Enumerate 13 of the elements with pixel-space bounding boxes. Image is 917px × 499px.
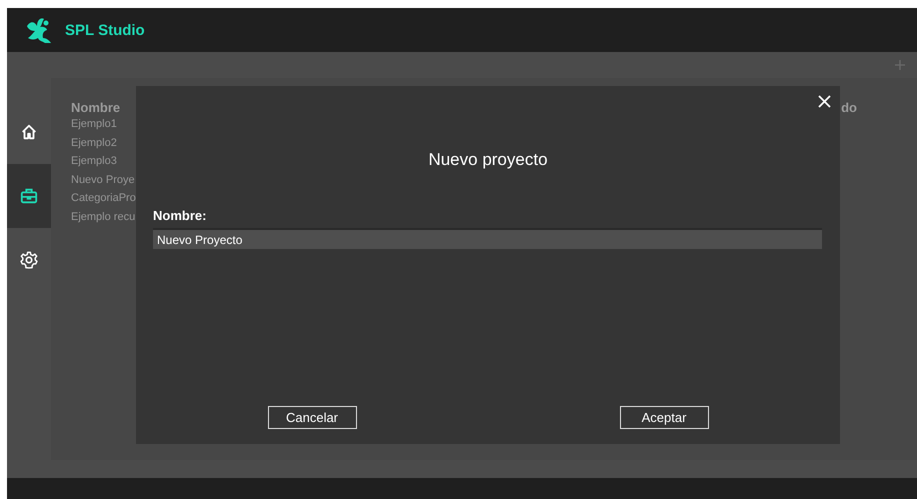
dialog-title: Nuevo proyecto [427,150,549,170]
sidebar-item[interactable] [7,164,51,228]
field-label: Nombre: [153,208,208,223]
close-icon[interactable] [818,95,831,108]
app-title: SPL Studio [65,22,145,38]
accept-button[interactable]: Aceptar [620,406,708,429]
column-header: do [841,100,857,115]
settings-icon [20,251,38,269]
column-header: Nombre [71,100,120,115]
name-input-field[interactable]: Nuevo Proyecto [153,228,822,249]
cancel-button[interactable]: Cancelar [268,406,356,429]
home-icon [20,123,38,141]
briefcase-icon [20,187,38,205]
